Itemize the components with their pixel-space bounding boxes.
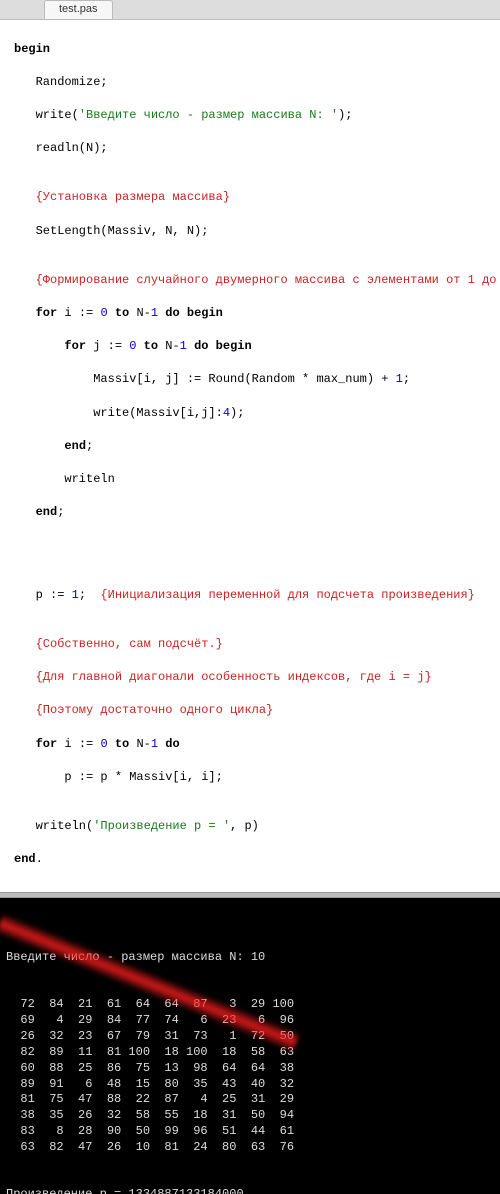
code-line: SetLength(Massiv, N, N); xyxy=(14,224,208,238)
comment: {Установка размера массива} xyxy=(14,190,230,204)
comment: {Поэтому достаточно одного цикла} xyxy=(14,703,273,717)
tab-bar: test.pas xyxy=(0,0,500,20)
matrix-row: 38 35 26 32 58 55 18 31 50 94 xyxy=(6,1108,494,1124)
code-line: Randomize; xyxy=(14,75,108,89)
terminal-matrix: 72 84 21 61 64 64 87 3 29 100 69 4 29 84… xyxy=(6,997,494,1155)
tab-active[interactable]: test.pas xyxy=(44,0,113,19)
terminal[interactable]: Введите число - размер массива N: 10 72 … xyxy=(0,898,500,1194)
kw-end: end xyxy=(14,852,36,866)
comment: {Для главной диагонали особенность индек… xyxy=(14,670,432,684)
string-literal: 'Введите число - размер массива N: ' xyxy=(79,108,338,122)
matrix-row: 63 82 47 26 10 81 24 80 63 76 xyxy=(6,1140,494,1156)
matrix-row: 81 75 47 88 22 87 4 25 31 29 xyxy=(6,1092,494,1108)
code-line: p := p * Massiv[i, i]; xyxy=(14,770,223,784)
matrix-row: 26 32 23 67 79 31 73 1 72 50 xyxy=(6,1029,494,1045)
matrix-row: 89 91 6 48 15 80 35 43 40 32 xyxy=(6,1077,494,1093)
code-line: write( xyxy=(14,108,79,122)
terminal-line: Введите число - размер массива N: 10 xyxy=(6,950,494,966)
matrix-row: 82 89 11 81 100 18 100 18 58 63 xyxy=(6,1045,494,1061)
code-editor[interactable]: begin Randomize; write('Введите число - … xyxy=(0,20,500,892)
matrix-row: 83 8 28 90 50 99 96 51 44 61 xyxy=(6,1124,494,1140)
comment: {Формирование случайного двумерного масс… xyxy=(14,273,500,287)
code-line: write(Massiv[i,j]: xyxy=(14,406,223,420)
matrix-row: 72 84 21 61 64 64 87 3 29 100 xyxy=(6,997,494,1013)
code-line: writeln xyxy=(14,472,115,486)
terminal-result: Произведение p = 1334887133184000 xyxy=(6,1187,494,1194)
string-literal: 'Произведение p = ' xyxy=(93,819,230,833)
matrix-row: 69 4 29 84 77 74 6 23 6 96 xyxy=(6,1013,494,1029)
kw-begin: begin xyxy=(14,42,50,56)
comment: {Инициализация переменной для подсчета п… xyxy=(100,588,474,602)
matrix-row: 60 88 25 86 75 13 98 64 64 38 xyxy=(6,1061,494,1077)
comment: {Собственно, сам подсчёт.} xyxy=(14,637,223,651)
code-line: readln(N); xyxy=(14,141,108,155)
code-line: Massiv[i, j] := Round(Random * max_num) … xyxy=(14,372,396,386)
